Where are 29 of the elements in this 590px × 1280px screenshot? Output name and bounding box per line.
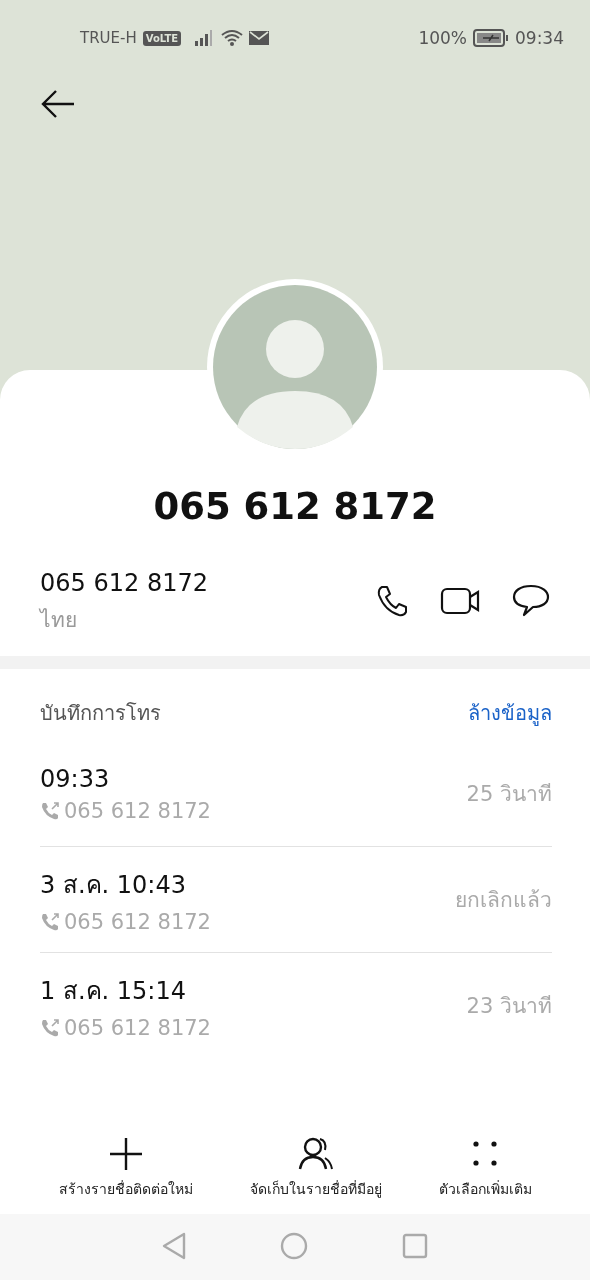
call-detail: ยกเลิกแล้ว [455, 887, 552, 914]
mail-icon [249, 30, 270, 46]
call-number: 065 612 8172 [64, 910, 211, 934]
plus-icon [107, 1136, 144, 1172]
action-button[interactable]: ตัวเลือกเพิ่มเติม [438, 1136, 532, 1200]
call-time: 3 ส.ค. 10:43 [40, 870, 187, 901]
contacts-icon [297, 1136, 334, 1172]
carrier-name: TRUE-H [80, 29, 137, 47]
number-region: ไทย [40, 606, 78, 634]
clock: 09:34 [515, 28, 564, 48]
contact-title: 065 612 8172 [152, 485, 438, 528]
outgoing-call-icon [40, 1018, 60, 1038]
outgoing-call-icon [40, 912, 60, 932]
phone-number: 065 612 8172 [40, 568, 208, 597]
clear-link[interactable]: ล้างข้อมูล [468, 697, 552, 729]
network-badge: VoLTE [142, 30, 182, 46]
battery-icon [473, 29, 509, 47]
action-button[interactable]: สร้างรายชื่อติดต่อใหม่ [58, 1136, 193, 1200]
call-number: 065 612 8172 [64, 798, 211, 823]
wifi-icon [221, 29, 244, 47]
action-button[interactable]: จัดเก็บในรายชื่อที่มีอยู่ [249, 1136, 382, 1200]
call-time: 09:33 [40, 764, 111, 793]
outgoing-call-icon [40, 800, 60, 821]
battery-percent: 100% [418, 28, 467, 48]
call-time: 1 ส.ค. 15:14 [40, 976, 187, 1007]
section-title: บันทึกการโทร [40, 700, 161, 727]
call-detail: 25 วินาที [466, 781, 552, 808]
call-number: 065 612 8172 [64, 1016, 211, 1040]
call-detail: 23 วินาที [466, 993, 552, 1020]
